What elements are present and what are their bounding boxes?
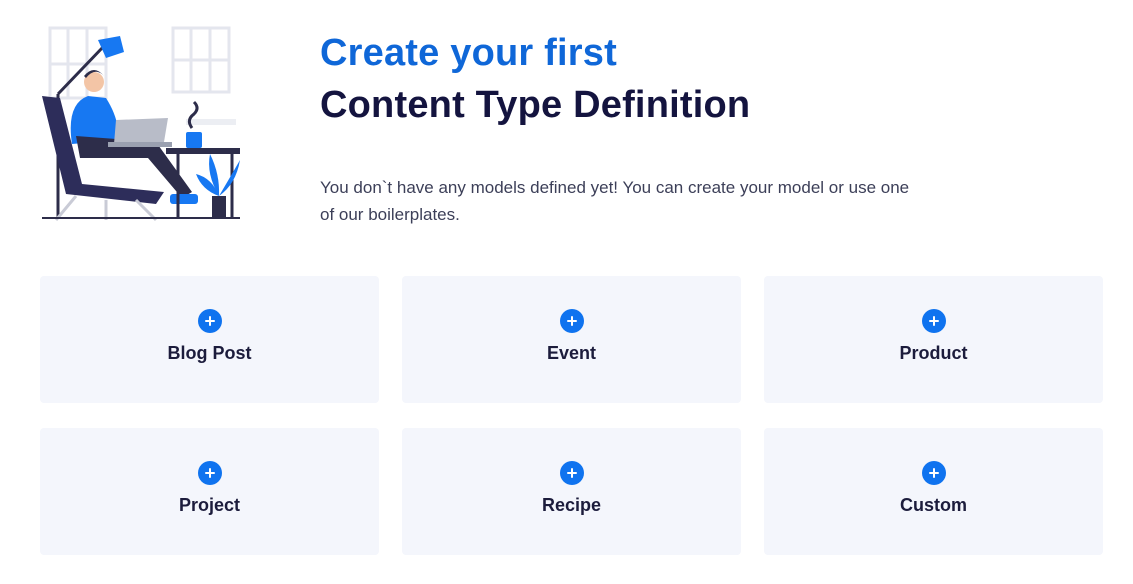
boilerplate-card-blog-post[interactable]: Blog Post [40, 276, 379, 403]
boilerplate-card-event[interactable]: Event [402, 276, 741, 403]
hero-section: Create your first Content Type Definitio… [320, 30, 960, 228]
boilerplate-card-label: Event [546, 343, 597, 363]
hero-title: Content Type Definition [320, 84, 751, 126]
boilerplate-card-label: Project [178, 495, 241, 515]
boilerplate-grid: Blog Post Event Product Project Recipe C… [40, 276, 1104, 555]
plus-circle-icon [197, 461, 222, 485]
plus-circle-icon [197, 309, 222, 333]
boilerplate-card-recipe[interactable]: Recipe [402, 428, 741, 555]
plus-circle-icon [921, 461, 946, 485]
boilerplate-card-label: Blog Post [167, 343, 252, 363]
boilerplate-card-label: Custom [900, 495, 967, 515]
hero-description: You don`t have any models defined yet! Y… [320, 178, 910, 224]
boilerplate-card-product[interactable]: Product [764, 276, 1103, 403]
hero-title-accent: Create your first [320, 32, 617, 74]
boilerplate-card-custom[interactable]: Custom [764, 428, 1103, 555]
developer-illustration [42, 26, 240, 222]
boilerplate-card-label: Recipe [541, 495, 602, 515]
boilerplate-card-project[interactable]: Project [40, 428, 379, 555]
boilerplate-card-label: Product [899, 343, 968, 363]
plus-circle-icon [559, 309, 584, 333]
plus-circle-icon [921, 309, 946, 333]
empty-state-page: Create your first Content Type Definitio… [0, 0, 1133, 584]
plus-circle-icon [559, 461, 584, 485]
